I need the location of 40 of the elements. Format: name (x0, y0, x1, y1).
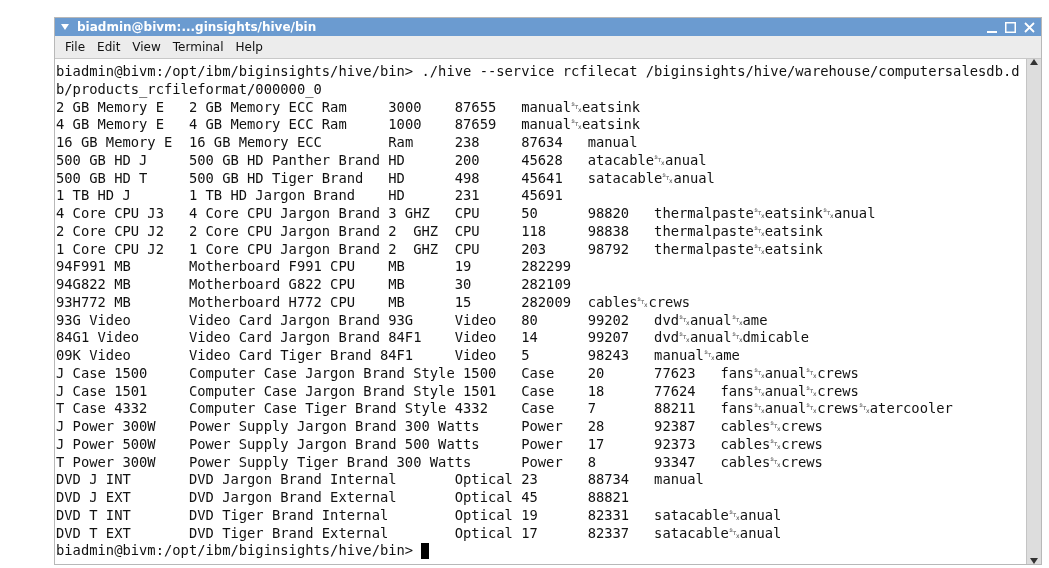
terminal-line: 1 TB HD J 1 TB HD Jargon Brand HD 231 45691 (56, 187, 564, 205)
terminal-line: J Power 500W Power Supply Jargon Brand 500 Watts Power 17 92373 cables␂crews (56, 435, 824, 454)
terminal-line: 94G822 MB Motherboard G822 CPU MB 30 282109 (56, 276, 572, 294)
menu-item[interactable]: File (59, 38, 92, 56)
scroll-down-icon[interactable] (1030, 558, 1038, 564)
menu-item[interactable]: View (126, 38, 167, 56)
terminal-line: T Case 4332 Computer Case Tiger Brand Style 4332 Case 7 88211 fans␂anual␂crews␂atercooler (56, 400, 954, 418)
terminal-line: DVD J EXT DVD Jargon Brand External Optical 45 88821 (56, 489, 631, 507)
menu-item[interactable]: Edit (91, 38, 127, 56)
terminal-line: DVD T EXT DVD Tiger Brand External Optical 17 82337 satacable␂anual (56, 524, 783, 543)
terminal-line: b/products_rcfileformat/000000_0 (56, 80, 323, 99)
shell-prompt: biadmin@bivm:/opt/ibm/biginsights/hive/bin> (56, 542, 414, 560)
maximize-icon[interactable] (1005, 21, 1016, 33)
terminal-line: 4 Core CPU J3 4 Core CPU Jargon Brand 3 GHZ CPU 50 98820 thermalpaste␂eatsink␂anual (56, 205, 877, 223)
terminal-line: 93G Video Video Card Jargon Brand 93G Video 80 99202 dvd␂anual␂ame (56, 311, 769, 330)
terminal-line: J Case 1501 Computer Case Jargon Brand Style 1501 Case 18 77624 fans␂anual␂crews (56, 382, 860, 401)
terminal-line: J Power 300W Power Supply Jargon Brand 300 Watts Power 28 92387 cables␂crews (56, 418, 824, 436)
terminal-line: biadmin@bivm:/opt/ibm/biginsights/hive/bin> ./hive --service rcfilecat /biginsights/hive/warehouse/computersalesdb.d (56, 63, 1021, 81)
terminal-line: 09K Video Video Card Tiger Brand 84F1 Video 5 98243 manual␂ame (56, 347, 741, 365)
scrollbar[interactable] (1026, 59, 1041, 564)
terminal-line: 2 GB Memory E 2 GB Memory ECC Ram 3000 87655 manual␂eatsink (56, 98, 642, 117)
terminal-line: 1 Core CPU J2 1 Core CPU Jargon Brand 2 GHZ CPU 203 98792 thermalpaste␂eatsink (56, 240, 824, 259)
terminal-line: 500 GB HD T 500 GB HD Tiger Brand HD 498 45641 satacable␂anual (56, 169, 716, 188)
terminal-line: 500 GB HD J 500 GB HD Panther Brand HD 200 45628 atacable␂anual (56, 151, 708, 170)
window-title: biadmin@bivm:...ginsights/hive/bin (77, 20, 318, 34)
terminal-line: 94F991 MB Motherboard F991 CPU MB 19 282299 (56, 258, 572, 276)
close-icon[interactable] (1024, 21, 1035, 33)
terminal-line: 93H772 MB Motherboard H772 CPU MB 15 282009 cables␂crews (56, 293, 691, 312)
terminal-line: DVD T INT DVD Tiger Brand Internal Optical 19 82331 satacable␂anual (56, 506, 783, 525)
terminal-line: DVD J INT DVD Jargon Brand Internal Optical 23 88734 manual (56, 471, 705, 489)
dropdown-triangle-icon[interactable] (61, 24, 69, 30)
terminal-line: 16 GB Memory E 16 GB Memory ECC Ram 238 87634 manual (56, 134, 639, 152)
text-cursor (421, 543, 430, 560)
terminal-line: 84G1 Video Video Card Jargon Brand 84F1 Video 14 99207 dvd␂anual␂dmicable (56, 329, 810, 347)
terminal-line: 2 Core CPU J2 2 Core CPU Jargon Brand 2 GHZ CPU 118 98838 thermalpaste␂eatsink (56, 222, 824, 241)
terminal-line: T Power 300W Power Supply Tiger Brand 300 Watts Power 8 93347 cables␂crews (56, 453, 824, 472)
menu-item[interactable]: Terminal (166, 38, 230, 56)
menu-item[interactable]: Help (229, 38, 269, 56)
terminal-line: 4 GB Memory E 4 GB Memory ECC Ram 1000 87659 manual␂eatsink (56, 116, 642, 134)
terminal-line: J Case 1500 Computer Case Jargon Brand Style 1500 Case 20 77623 fans␂anual␂crews (56, 364, 860, 383)
